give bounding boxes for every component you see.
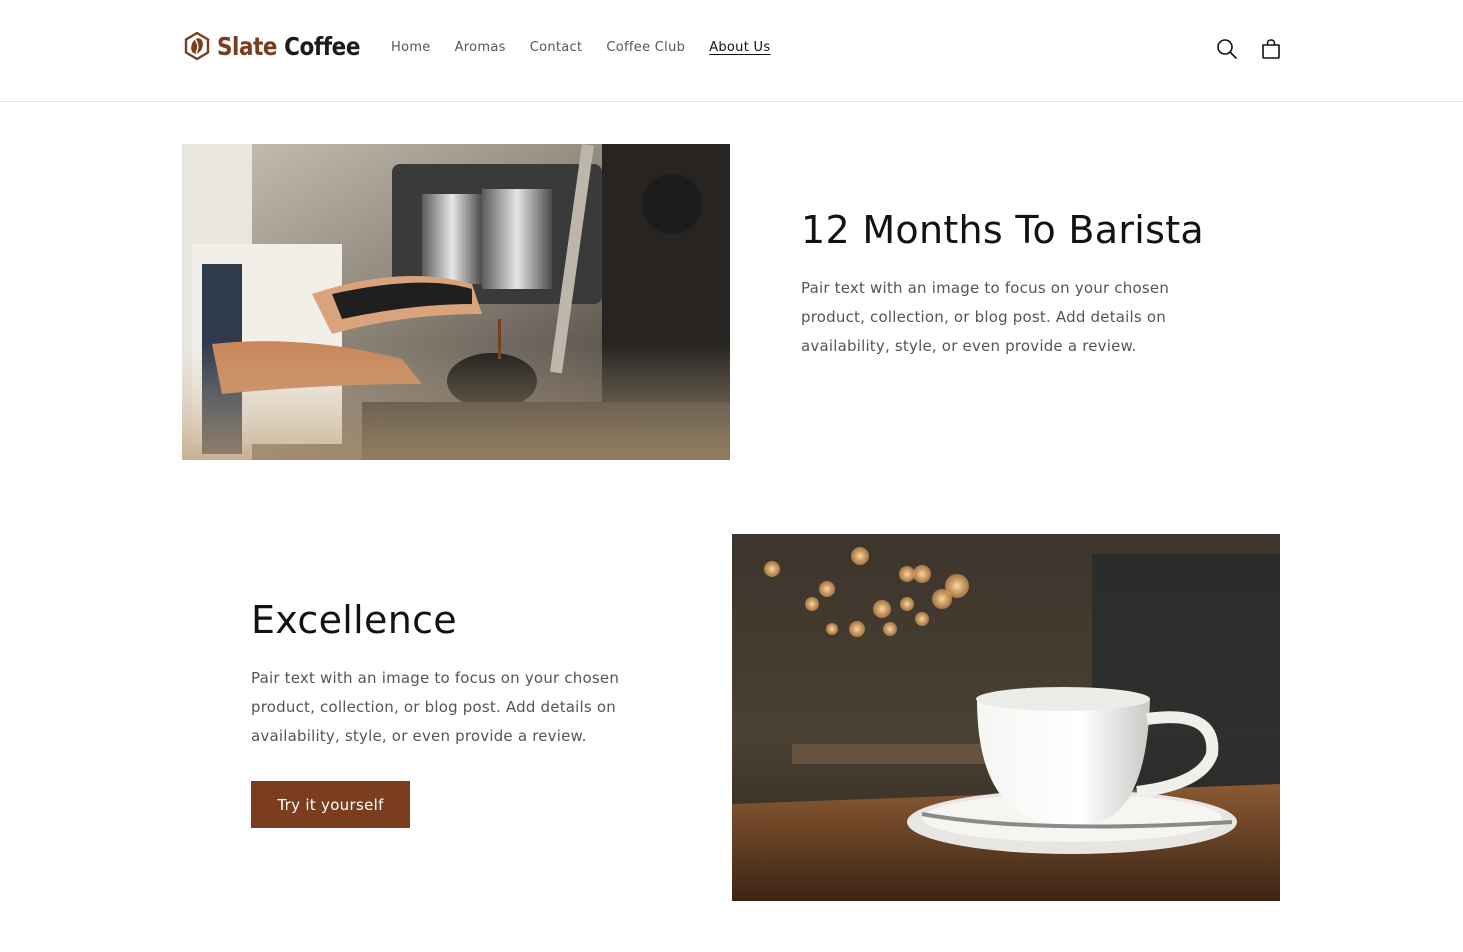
search-icon (1217, 39, 1237, 59)
logo-word-slate: Slate (217, 31, 278, 61)
nav-coffee-club[interactable]: Coffee Club (606, 40, 685, 55)
nav-home[interactable]: Home (391, 40, 431, 55)
nav-aromas[interactable]: Aromas (455, 40, 506, 55)
section-body-barista: Pair text with an image to focus on your… (801, 279, 1170, 355)
try-it-yourself-button[interactable]: Try it yourself (251, 781, 410, 828)
site-header: Slate Coffee Home Aromas Contact Coffee … (0, 0, 1463, 102)
cart-icon (1262, 39, 1280, 59)
search-button[interactable] (1213, 35, 1241, 63)
coffee-cup-image (732, 534, 1280, 901)
section-title-excellence: Excellence (251, 598, 457, 642)
barista-espresso-image (182, 144, 730, 460)
section-body-excellence: Pair text with an image to focus on your… (251, 669, 620, 745)
cart-button[interactable] (1257, 35, 1285, 63)
nav-about-us[interactable]: About Us (709, 40, 770, 55)
coffee-bean-logo-icon (184, 31, 210, 61)
main-nav: Home Aromas Contact Coffee Club About Us (391, 40, 794, 55)
section-title-barista: 12 Months To Barista (801, 208, 1205, 252)
logo-word-coffee: Coffee (284, 31, 360, 61)
logo[interactable]: Slate Coffee (183, 30, 383, 62)
nav-contact[interactable]: Contact (530, 40, 583, 55)
